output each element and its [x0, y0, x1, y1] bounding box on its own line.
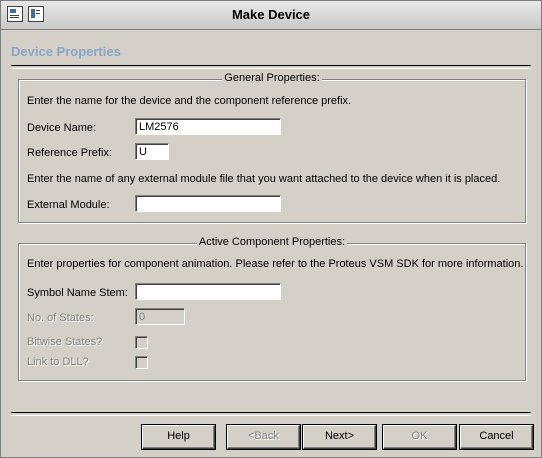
link-to-dll-checkbox[interactable]: [135, 356, 148, 369]
external-module-field[interactable]: [135, 195, 281, 212]
page-header: Device Properties: [1, 30, 541, 69]
active-component-properties-group: Active Component Properties: Enter prope…: [18, 236, 526, 381]
general-properties-legend: General Properties:: [222, 72, 322, 84]
bitwise-states-label: Bitwise States?: [27, 336, 103, 348]
external-module-label: External Module:: [27, 199, 110, 211]
page-title: Device Properties: [11, 44, 121, 59]
active-intro-text: Enter properties for component animation…: [27, 258, 524, 270]
symbol-name-stem-field[interactable]: [135, 283, 281, 300]
help-button[interactable]: Help: [141, 424, 216, 450]
make-device-window: Make Device Device Properties General Pr…: [0, 0, 542, 458]
ok-button[interactable]: OK: [382, 424, 457, 450]
reference-prefix-field[interactable]: U: [135, 143, 169, 160]
module-intro-text: Enter the name of any external module fi…: [27, 173, 501, 185]
link-to-dll-label: Link to DLL?: [27, 356, 89, 368]
device-name-label: Device Name:: [27, 122, 97, 134]
active-component-legend: Active Component Properties:: [196, 236, 348, 248]
window-title: Make Device: [231, 7, 311, 22]
bitwise-states-checkbox[interactable]: [135, 336, 148, 349]
header-divider: [11, 65, 531, 69]
general-properties-group: General Properties: Enter the name for t…: [18, 72, 526, 223]
back-button[interactable]: <Back: [226, 424, 301, 450]
title-bar[interactable]: Make Device: [1, 1, 541, 30]
cancel-button[interactable]: Cancel: [459, 424, 534, 450]
device-name-field[interactable]: LM2576: [135, 118, 281, 135]
num-states-field[interactable]: 0: [135, 308, 185, 325]
num-states-label: No. of States:: [27, 312, 94, 324]
next-button[interactable]: Next>: [302, 424, 377, 450]
reference-prefix-label: Reference Prefix:: [27, 147, 112, 159]
footer-divider: [11, 412, 531, 416]
symbol-name-stem-label: Symbol Name Stem:: [27, 287, 128, 299]
general-intro-text: Enter the name for the device and the co…: [27, 95, 352, 107]
